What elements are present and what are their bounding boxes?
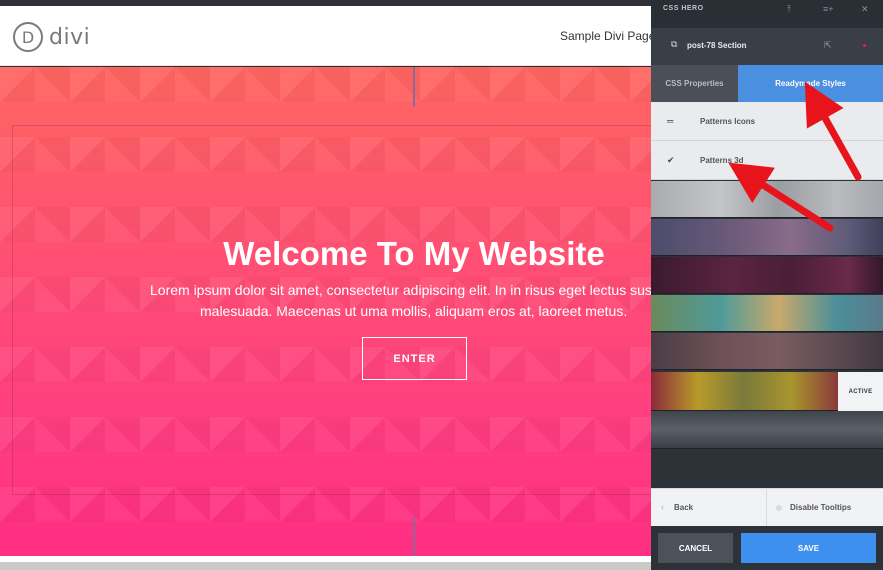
panel-tabs: CSS Properties Readymade Styles: [651, 65, 883, 102]
toggle-dot-icon: [776, 505, 782, 511]
disable-tooltips-toggle[interactable]: Disable Tooltips: [767, 489, 883, 527]
close-icon[interactable]: ✕: [861, 4, 869, 15]
pattern-swatch-3[interactable]: [651, 257, 883, 294]
bottom-scrollbar[interactable]: [0, 556, 651, 570]
back-label: Back: [674, 503, 694, 512]
pattern-swatch-5[interactable]: [651, 333, 883, 370]
hero-body: Lorem ipsum dolor sit amet, consectetur …: [150, 280, 651, 322]
section-header: ⧉ post-78 Section ⇱: [651, 28, 883, 65]
list-item-patterns-icons[interactable]: ═ Patterns Icons: [651, 102, 883, 141]
logo-circle-icon: D: [13, 22, 43, 52]
panel-footer: ‹ Back Disable Tooltips: [651, 488, 883, 527]
list-item-label: Patterns 3d: [700, 155, 744, 165]
site-logo[interactable]: D divi: [13, 22, 90, 52]
list-add-icon[interactable]: ≡+: [823, 4, 834, 14]
hero-title: Welcome To My Website: [223, 235, 605, 272]
enter-button[interactable]: ENTER: [362, 337, 467, 380]
pattern-swatch-2[interactable]: [651, 219, 883, 256]
hero-body-line2: malesuada. Maecenas ut uma mollis, aliqu…: [200, 303, 628, 319]
cancel-button[interactable]: CANCEL: [658, 533, 733, 563]
tab-css-properties[interactable]: CSS Properties: [651, 65, 738, 102]
menu-lines-icon: ═: [667, 116, 674, 126]
red-dot-icon[interactable]: [863, 44, 866, 47]
drag-guide-top[interactable]: [413, 67, 415, 107]
logo-text: divi: [49, 24, 91, 50]
panel-topbar: CSS HERO ⤒ ≡+ ✕: [651, 0, 883, 28]
back-button[interactable]: ‹ Back: [651, 489, 767, 527]
external-link-icon[interactable]: ⧉: [671, 39, 677, 50]
pattern-swatch-4[interactable]: [651, 295, 883, 332]
hero-body-line1: Lorem ipsum dolor sit amet, consectetur …: [150, 282, 651, 298]
drag-guide-bottom[interactable]: [413, 517, 415, 556]
pattern-swatch-7[interactable]: [651, 411, 883, 449]
list-item-patterns-3d[interactable]: ✔ Patterns 3d: [651, 141, 883, 180]
save-button[interactable]: SAVE: [741, 533, 876, 563]
css-hero-panel: CSS HERO ⤒ ≡+ ✕ ⧉ post-78 Section ⇱ CSS …: [651, 0, 883, 570]
section-title: post-78 Section: [687, 41, 747, 50]
pin-icon[interactable]: ⇱: [824, 40, 832, 51]
pattern-swatch-6-active[interactable]: [651, 372, 838, 411]
style-category-list: ═ Patterns Icons ✔ Patterns 3d: [651, 102, 883, 180]
disable-tooltips-label: Disable Tooltips: [790, 503, 852, 512]
nav-link-sample-page[interactable]: Sample Divi Page: [560, 29, 655, 43]
pattern-swatch-1[interactable]: [651, 181, 883, 218]
pin-top-icon[interactable]: ⤒: [787, 4, 791, 15]
chevron-left-icon: ‹: [661, 502, 664, 512]
tab-readymade-styles[interactable]: Readymade Styles: [738, 65, 883, 102]
check-icon: ✔: [667, 154, 675, 165]
list-item-label: Patterns Icons: [700, 116, 756, 126]
hero-section: Welcome To My Website Lorem ipsum dolor …: [0, 67, 651, 556]
panel-actions: CANCEL SAVE: [651, 526, 883, 570]
active-badge: ACTIVE: [838, 372, 883, 411]
site-header: D divi Sample Divi Page: [0, 6, 655, 66]
panel-brand: CSS HERO: [663, 5, 704, 12]
